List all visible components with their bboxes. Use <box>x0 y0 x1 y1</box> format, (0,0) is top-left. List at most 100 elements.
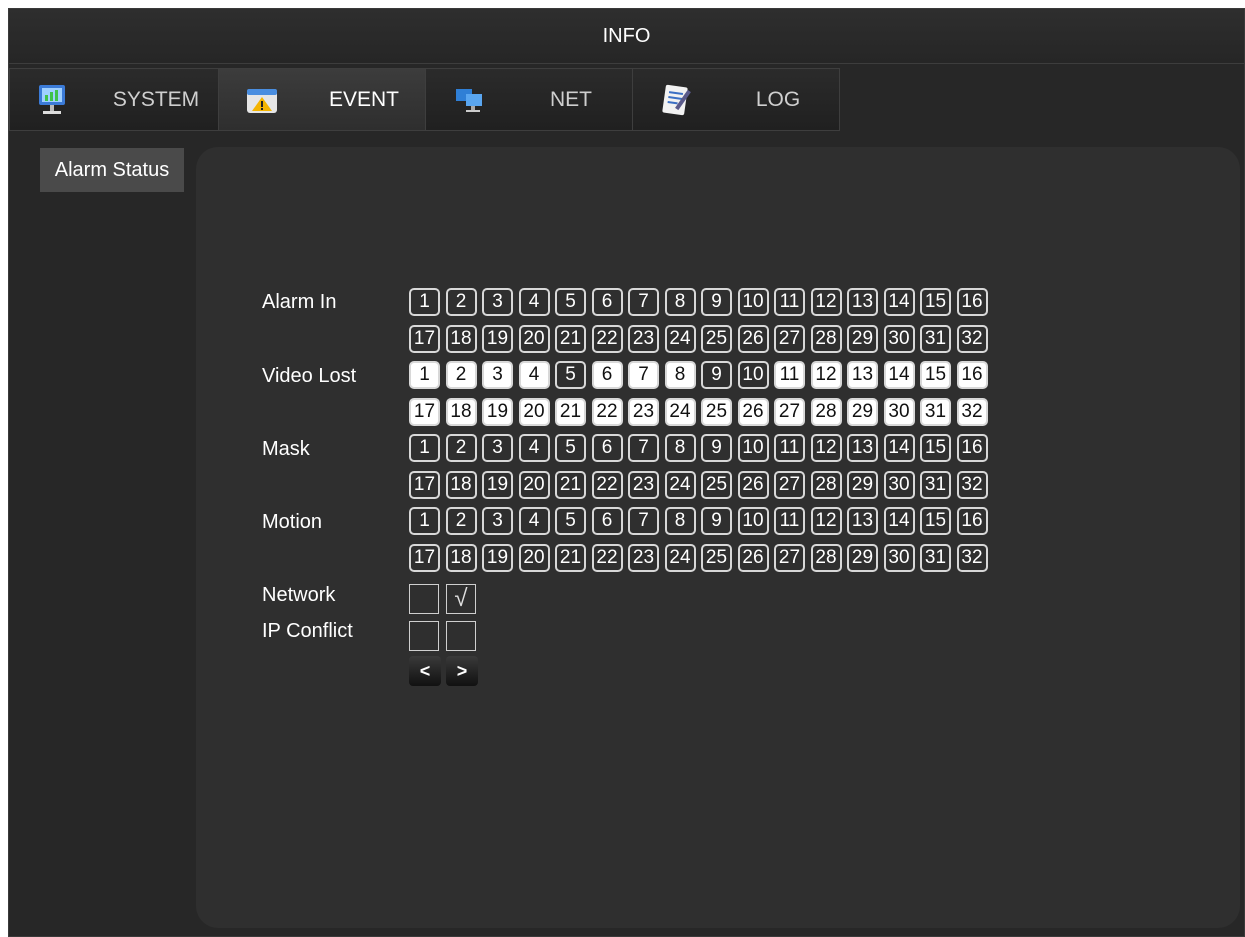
channel-mask-10: 10 <box>737 434 769 462</box>
tab-net-label: NET <box>550 88 592 111</box>
channel-mask-28: 28 <box>810 470 842 499</box>
channel-video-lost-22: 22 <box>591 397 623 426</box>
channel-alarm-in-13: 13 <box>847 288 878 316</box>
channel-motion-19: 19 <box>482 543 513 572</box>
video-lost-label: Video Lost <box>262 365 357 387</box>
window-title: INFO <box>9 9 1244 64</box>
sidebar-item-alarm-status[interactable]: Alarm Status <box>40 148 184 192</box>
channel-motion-17: 17 <box>409 543 440 572</box>
channel-mask-24: 24 <box>664 470 696 499</box>
channel-alarm-in-21: 21 <box>555 324 586 353</box>
channel-video-lost-12: 12 <box>810 361 842 389</box>
channel-motion-24: 24 <box>664 543 696 572</box>
channel-mask-11: 11 <box>774 434 805 462</box>
channel-video-lost-8: 8 <box>664 361 696 389</box>
channel-mask-3: 3 <box>482 434 513 462</box>
tab-event[interactable]: EVENT <box>219 68 426 131</box>
channel-motion-32: 32 <box>956 543 988 572</box>
channel-motion-9: 9 <box>701 507 732 535</box>
channel-video-lost-16: 16 <box>956 361 988 389</box>
channel-alarm-in-17: 17 <box>409 324 440 353</box>
log-notepad-icon <box>659 83 693 117</box>
channel-video-lost-5: 5 <box>555 361 586 389</box>
channel-mask-15: 15 <box>920 434 951 462</box>
channel-mask-2: 2 <box>445 434 477 462</box>
prev-page-button[interactable]: < <box>409 656 441 686</box>
channel-alarm-in-4: 4 <box>518 288 550 316</box>
channel-mask-30: 30 <box>883 470 915 499</box>
tab-system[interactable]: SYSTEM <box>9 68 219 131</box>
ip-conflict-box-1 <box>409 621 439 651</box>
channel-motion-7: 7 <box>628 507 659 535</box>
channel-motion-5: 5 <box>555 507 586 535</box>
channel-alarm-in-2: 2 <box>445 288 477 316</box>
channel-mask-16: 16 <box>956 434 988 462</box>
channel-video-lost-32: 32 <box>956 397 988 426</box>
alarm-status-panel <box>196 147 1240 928</box>
channel-mask-23: 23 <box>628 470 659 499</box>
channel-video-lost-25: 25 <box>701 397 732 426</box>
channel-alarm-in-28: 28 <box>810 324 842 353</box>
monitor-chart-icon <box>36 83 70 117</box>
tab-bar: SYSTEM EVENT NET LOG <box>9 68 840 133</box>
channel-mask-13: 13 <box>847 434 878 462</box>
channel-motion-22: 22 <box>591 543 623 572</box>
channel-video-lost-28: 28 <box>810 397 842 426</box>
channel-video-lost-11: 11 <box>774 361 805 389</box>
window-title-text: INFO <box>602 24 651 47</box>
channel-alarm-in-19: 19 <box>482 324 513 353</box>
channel-alarm-in-5: 5 <box>555 288 586 316</box>
channel-alarm-in-23: 23 <box>628 324 659 353</box>
tab-event-label: EVENT <box>328 88 399 111</box>
channel-alarm-in-7: 7 <box>628 288 659 316</box>
channel-mask-9: 9 <box>701 434 732 462</box>
channel-motion-4: 4 <box>518 507 550 535</box>
channel-video-lost-26: 26 <box>737 397 769 426</box>
channel-video-lost-1: 1 <box>409 361 440 389</box>
channel-mask-14: 14 <box>883 434 915 462</box>
network-box-1 <box>409 584 439 614</box>
channel-video-lost-4: 4 <box>518 361 550 389</box>
channel-mask-29: 29 <box>847 470 878 499</box>
channel-motion-18: 18 <box>445 543 477 572</box>
channel-video-lost-24: 24 <box>664 397 696 426</box>
tab-log[interactable]: LOG <box>633 68 840 131</box>
channel-alarm-in-18: 18 <box>445 324 477 353</box>
channel-video-lost-13: 13 <box>847 361 878 389</box>
channel-alarm-in-22: 22 <box>591 324 623 353</box>
channel-video-lost-27: 27 <box>774 397 805 426</box>
channel-motion-1: 1 <box>409 507 440 535</box>
channel-mask-22: 22 <box>591 470 623 499</box>
channel-motion-20: 20 <box>518 543 550 572</box>
channel-alarm-in-10: 10 <box>737 288 769 316</box>
channel-video-lost-23: 23 <box>628 397 659 426</box>
channel-mask-8: 8 <box>664 434 696 462</box>
channel-video-lost-20: 20 <box>518 397 550 426</box>
next-page-button[interactable]: > <box>446 656 478 686</box>
channel-motion-16: 16 <box>956 507 988 535</box>
tab-log-label: LOG <box>755 88 801 111</box>
channel-mask-5: 5 <box>555 434 586 462</box>
ip-conflict-box-2 <box>446 621 476 651</box>
channel-motion-27: 27 <box>774 543 805 572</box>
channel-video-lost-29: 29 <box>847 397 878 426</box>
channel-motion-31: 31 <box>920 543 951 572</box>
channel-mask-4: 4 <box>518 434 550 462</box>
channel-motion-2: 2 <box>445 507 477 535</box>
channel-alarm-in-31: 31 <box>920 324 951 353</box>
channel-alarm-in-8: 8 <box>664 288 696 316</box>
tab-net[interactable]: NET <box>426 68 633 131</box>
channel-alarm-in-11: 11 <box>774 288 805 316</box>
channel-motion-23: 23 <box>628 543 659 572</box>
channel-alarm-in-16: 16 <box>956 288 988 316</box>
channel-alarm-in-29: 29 <box>847 324 878 353</box>
channel-video-lost-30: 30 <box>883 397 915 426</box>
channel-video-lost-9: 9 <box>701 361 732 389</box>
network-label: Network <box>262 584 336 606</box>
channel-motion-13: 13 <box>847 507 878 535</box>
channel-mask-20: 20 <box>518 470 550 499</box>
channel-mask-26: 26 <box>737 470 769 499</box>
channel-motion-25: 25 <box>701 543 732 572</box>
channel-alarm-in-26: 26 <box>737 324 769 353</box>
channel-motion-10: 10 <box>737 507 769 535</box>
